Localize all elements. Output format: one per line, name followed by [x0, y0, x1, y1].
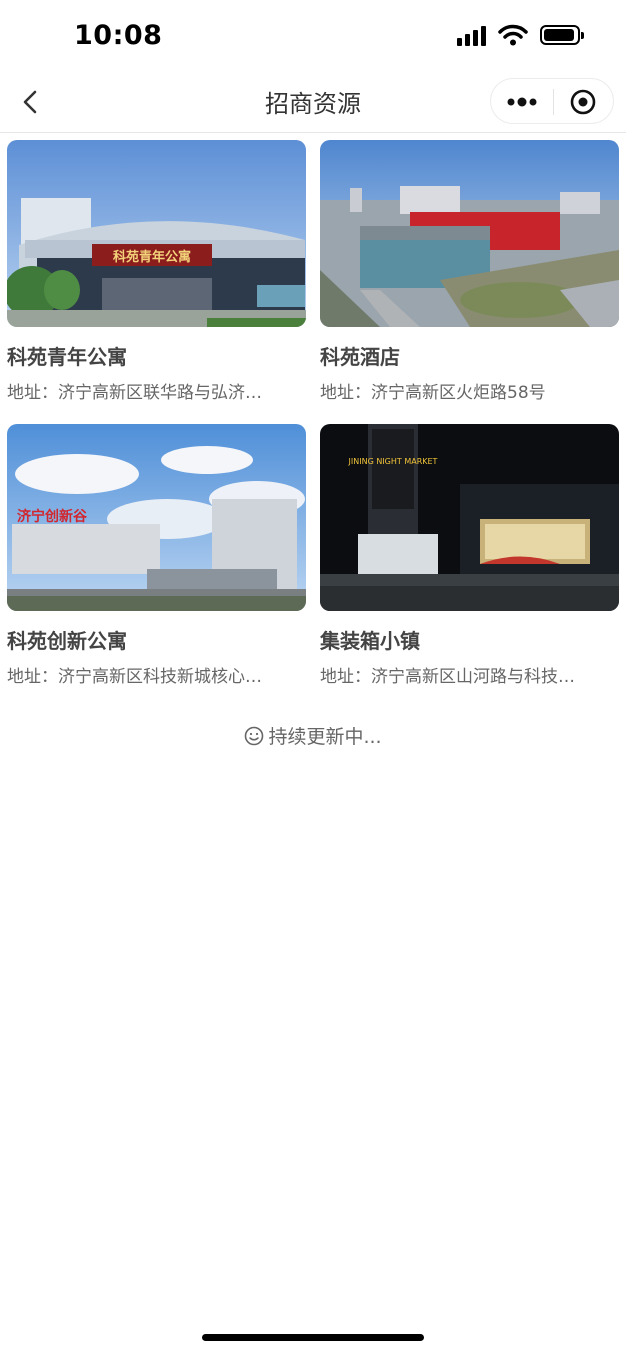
resource-card[interactable]: 济宁创新谷 科苑创新公寓 地址：济宁高新区科技新城核心…	[7, 424, 306, 689]
card-title: 科苑青年公寓	[7, 345, 127, 369]
home-indicator[interactable]	[202, 1334, 424, 1341]
battery-icon	[540, 25, 584, 45]
resource-card[interactable]: JINING NIGHT MARKET 集装箱小镇 地址：济宁高新区山河路与科技…	[320, 424, 619, 689]
card-title: 集装箱小镇	[320, 629, 420, 653]
card-title: 科苑酒店	[320, 345, 400, 369]
card-image-sign-text: JINING NIGHT MARKET	[348, 457, 438, 466]
card-image-youth-apartment: 科苑青年公寓	[7, 140, 306, 327]
card-image-hotel	[320, 140, 619, 327]
smile-icon	[245, 726, 264, 746]
more-icon[interactable]	[505, 93, 539, 111]
card-address: 地址：济宁高新区火炬路58号	[320, 383, 546, 403]
card-title: 科苑创新公寓	[7, 629, 127, 653]
card-address: 地址：济宁高新区山河路与科技…	[320, 667, 575, 687]
status-bar: 10:08	[0, 0, 626, 72]
nav-bar: 招商资源	[0, 72, 626, 133]
capsule-divider	[553, 89, 554, 115]
card-image-sign-text: 科苑青年公寓	[113, 249, 191, 265]
resource-card[interactable]: 科苑酒店 地址：济宁高新区火炬路58号	[320, 140, 619, 405]
card-image-container-town: JINING NIGHT MARKET	[320, 424, 619, 611]
wifi-icon	[498, 24, 528, 46]
card-address: 地址：济宁高新区科技新城核心…	[7, 667, 262, 687]
card-image-sign-text: 济宁创新谷	[17, 508, 88, 525]
card-image-innovation-apartment: 济宁创新谷	[7, 424, 306, 611]
status-icons	[457, 24, 584, 46]
close-target-icon[interactable]	[569, 88, 597, 116]
mini-program-capsule	[490, 78, 614, 124]
updating-text: 持续更新中...	[268, 726, 382, 748]
signal-icon	[457, 24, 486, 46]
updating-note: 持续更新中...	[0, 722, 626, 749]
status-time: 10:08	[74, 20, 163, 51]
resource-card[interactable]: 科苑青年公寓 科苑青年公寓 地址：济宁高新区联华路与弘济…	[7, 140, 306, 405]
card-address: 地址：济宁高新区联华路与弘济…	[7, 383, 262, 403]
